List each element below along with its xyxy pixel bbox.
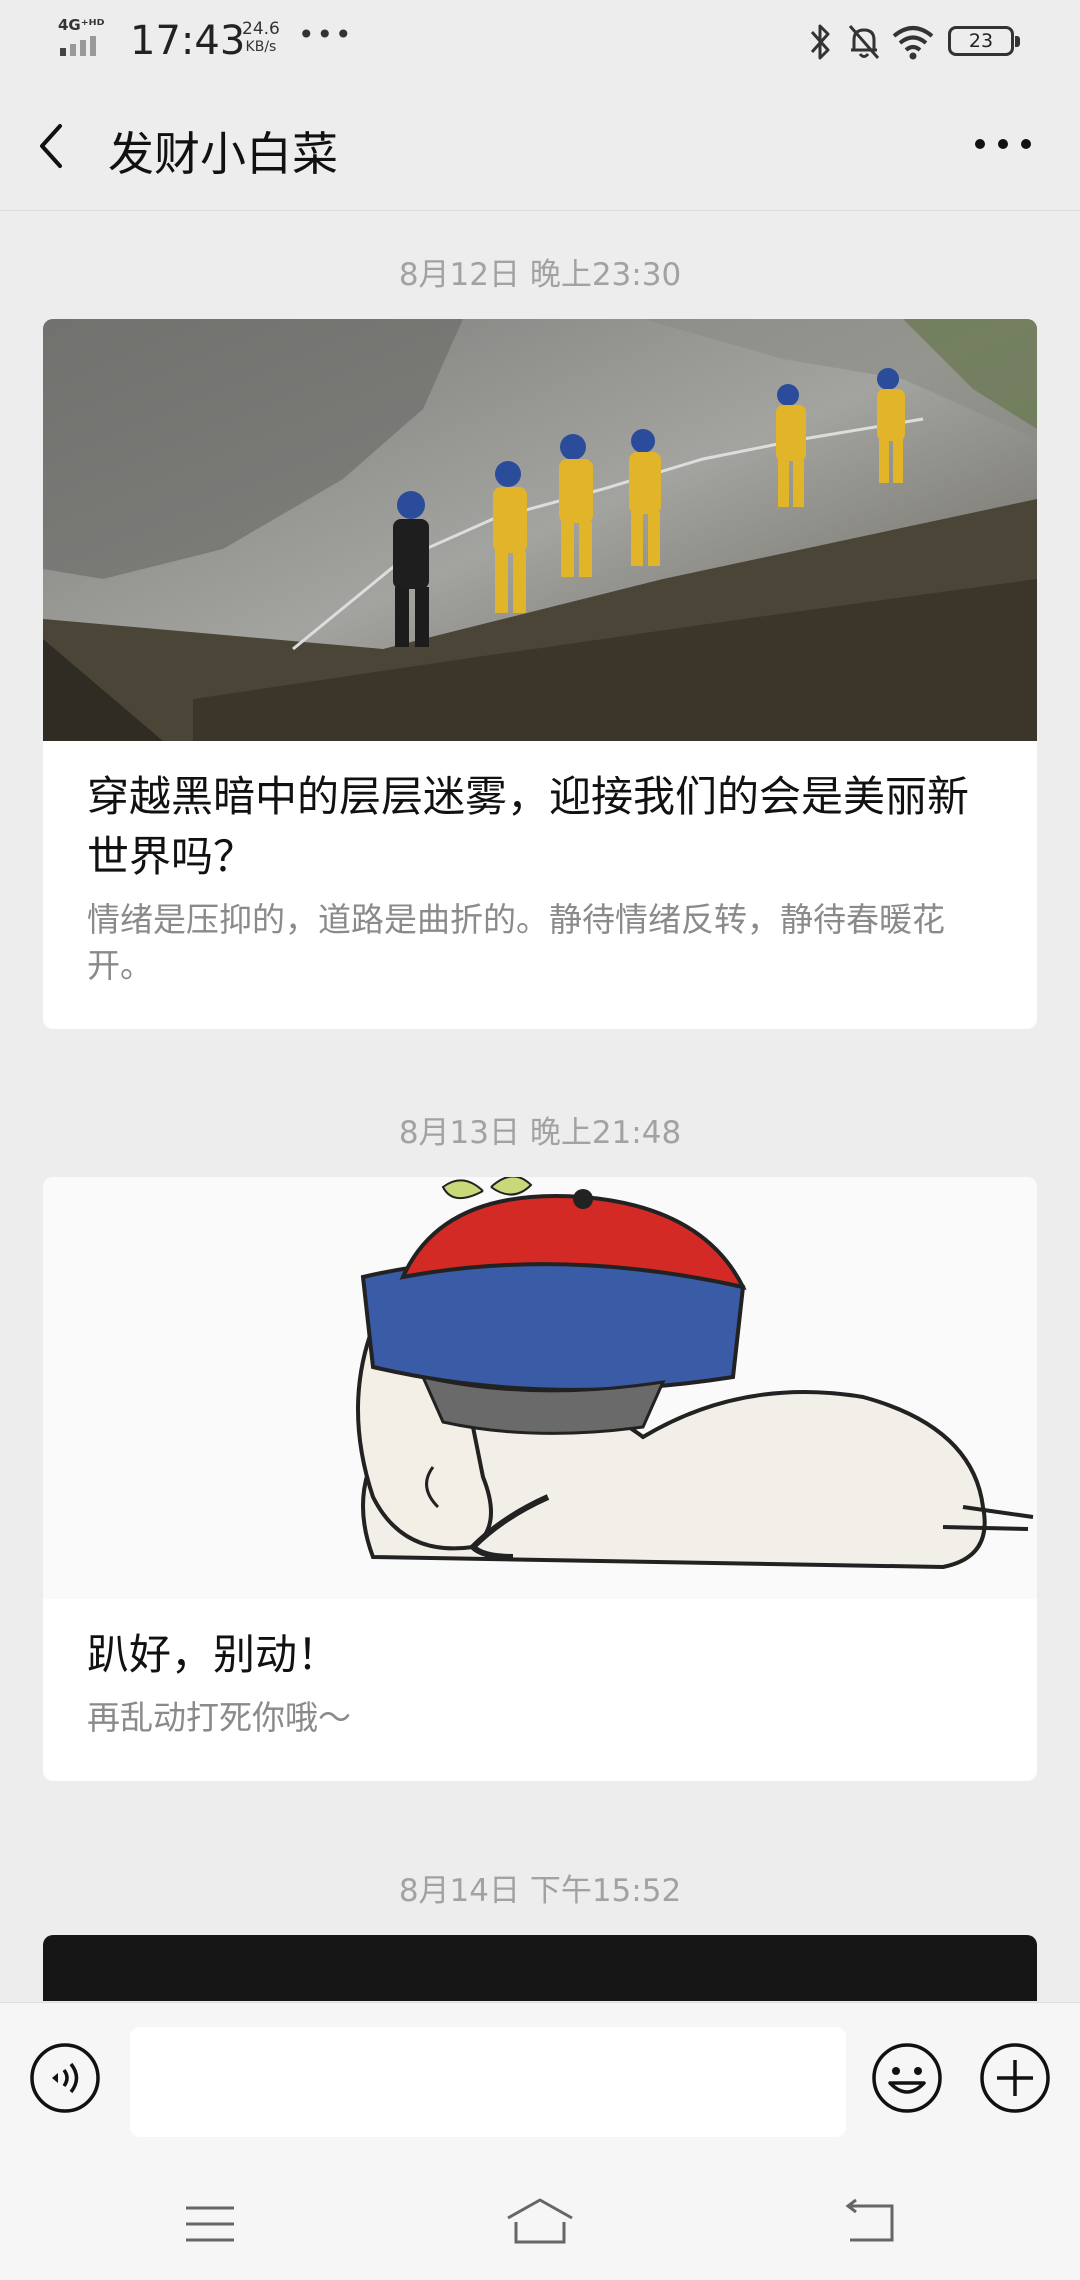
status-bar: 4G⁺ᴴᴰ 17:43 24.6 KB/s ••• 23 xyxy=(0,0,1080,80)
page-title: 发财小白菜 xyxy=(108,127,338,181)
speed-unit: KB/s xyxy=(245,39,277,55)
signal-icon xyxy=(60,36,96,56)
emoji-icon[interactable] xyxy=(870,2041,944,2115)
article-cover-image xyxy=(43,1177,1037,1599)
menu-icon[interactable] xyxy=(182,2202,238,2246)
message-timestamp: 8月14日 下午15:52 xyxy=(398,1873,682,1909)
article-title: 穿越黑暗中的层层迷雾，迎接我们的会是美丽新世界吗？ xyxy=(87,772,970,881)
article-title: 趴好，别动！ xyxy=(87,1630,340,1679)
article-card[interactable] xyxy=(43,1935,1037,2001)
message-timestamp: 8月13日 晚上21:48 xyxy=(398,1115,682,1151)
battery-indicator: 23 xyxy=(948,26,1020,56)
bluetooth-icon xyxy=(810,24,830,60)
more-options-icon[interactable] xyxy=(970,124,1036,164)
back-arrow-icon[interactable] xyxy=(28,116,78,176)
message-input[interactable] xyxy=(130,2027,846,2137)
status-more-indicator: ••• xyxy=(298,18,354,51)
network-type: 4G⁺ᴴᴰ xyxy=(58,16,105,34)
article-cover-image xyxy=(43,1935,1037,2001)
voice-icon[interactable] xyxy=(28,2041,102,2115)
article-cover-image xyxy=(43,319,1037,741)
input-bar xyxy=(0,2002,1080,2143)
system-nav-bar xyxy=(0,2142,1080,2280)
wifi-icon xyxy=(892,26,934,60)
nav-back-icon[interactable] xyxy=(842,2198,898,2246)
message-feed: 8月12日 晚上23:30 穿越黑暗中的层层迷雾，迎接我们的会是美丽新世界吗？ … xyxy=(0,211,1080,2001)
status-time: 17:43 xyxy=(130,18,246,64)
speed-value: 24.6 xyxy=(242,19,280,39)
home-icon[interactable] xyxy=(504,2196,576,2248)
title-bar: 发财小白菜 xyxy=(0,80,1080,211)
plus-icon[interactable] xyxy=(978,2041,1052,2115)
article-description: 再乱动打死你哦～ xyxy=(87,1698,351,1737)
mute-bell-icon xyxy=(848,25,880,59)
message-timestamp: 8月12日 晚上23:30 xyxy=(398,257,682,293)
article-card[interactable]: 趴好，别动！ 再乱动打死你哦～ xyxy=(43,1177,1037,1781)
article-card[interactable]: 穿越黑暗中的层层迷雾，迎接我们的会是美丽新世界吗？ 情绪是压抑的，道路是曲折的。… xyxy=(43,319,1037,1029)
article-description: 情绪是压抑的，道路是曲折的。静待情绪反转，静待春暖花开。 xyxy=(87,900,945,985)
network-speed: 24.6 KB/s xyxy=(242,20,280,56)
